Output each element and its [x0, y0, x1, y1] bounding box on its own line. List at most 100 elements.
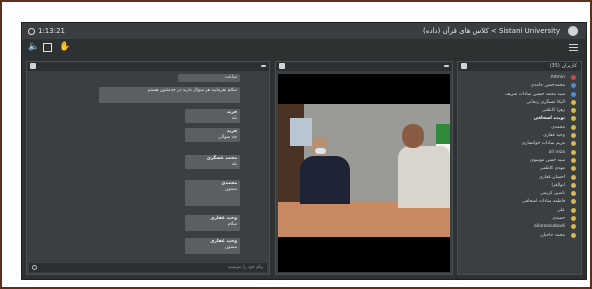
user-list-item[interactable]: سید حسن موسوی: [458, 157, 583, 165]
room-title: Sistani University > کلاس های قرآن (داده…: [423, 27, 560, 35]
user-name: سید حسن موسوی: [530, 157, 565, 163]
user-status-icon: [571, 124, 576, 130]
video-frame: [278, 104, 450, 237]
presenter-left-body: [300, 156, 350, 204]
user-status-icon: [571, 116, 576, 122]
user-list-item[interactable]: فاطمه سادات اسحاقی: [458, 198, 583, 206]
user-status-icon: [571, 149, 576, 155]
users-icon: [461, 63, 467, 69]
user-name: سید محمد حسین سادات شریف: [505, 91, 565, 97]
user-name: مریم سادات خوانساری: [521, 141, 565, 147]
user-status-icon: [571, 133, 576, 139]
user-name: علی: [557, 207, 565, 213]
user-status-icon: [571, 91, 576, 97]
user-list-item[interactable]: ابوالفرا: [458, 182, 583, 190]
chat-panel-header: [27, 62, 269, 71]
chat-message: فرید چه سوالی: [185, 128, 240, 142]
users-panel: کاربران (35) Admin محمدحسن حامدی سید محمد …: [457, 61, 582, 275]
user-list-item[interactable]: جمیدی: [458, 215, 583, 223]
user-name: محمدحسن حامدی: [530, 83, 565, 89]
chat-message: وحید غفاری سلام: [185, 215, 240, 231]
user-name: مهدی کاظمی: [539, 166, 565, 172]
user-status-icon: [571, 216, 576, 222]
minimize-icon[interactable]: [444, 65, 449, 67]
user-name: aliarezsiabadi: [534, 224, 565, 230]
user-list-item[interactable]: یاسین کریمی: [458, 190, 583, 198]
users-header: کاربران (35): [549, 63, 577, 69]
user-name: جمیدی: [552, 216, 565, 222]
user-name: محمدی: [551, 124, 565, 130]
user-name: ali reza: [548, 149, 565, 155]
user-name: احسان غفاری: [539, 174, 565, 180]
minimize-icon[interactable]: [261, 65, 266, 67]
presenter-right-body: [398, 146, 450, 208]
university-logo: [568, 26, 578, 36]
user-name: وحید غفاری: [543, 133, 565, 139]
chat-message: محمدی ممنون: [185, 180, 240, 206]
chat-panel: ساعت سلام بفرمایید هر سوال دارید در خدمت…: [26, 61, 270, 275]
chat-input[interactable]: پیام خود را بنویسید: [29, 263, 267, 272]
user-list-item[interactable]: Admin: [458, 74, 583, 82]
user-list-item[interactable]: نویده اسحاقی: [458, 115, 583, 123]
user-list: Admin محمدحسن حامدی سید محمد حسین سادات شر…: [458, 74, 583, 240]
user-list-item[interactable]: aliarezsiabadi: [458, 223, 583, 231]
user-name: یاسین کریمی: [540, 191, 565, 197]
user-name: الیکا عسگری زنجانی: [526, 99, 565, 105]
hand-icon[interactable]: ✋: [59, 43, 70, 52]
user-status-icon: [571, 232, 576, 238]
session-timer: 1:13:21: [28, 23, 65, 39]
menu-icon[interactable]: [569, 44, 578, 51]
chat-message: سلام بفرمایید هر سوال دارید در خدمتتون ه…: [99, 87, 240, 103]
user-list-item[interactable]: وحید غفاری: [458, 132, 583, 140]
user-list-item[interactable]: محمدحسن حامدی: [458, 82, 583, 90]
user-list-item[interactable]: ali reza: [458, 149, 583, 157]
user-status-icon: [571, 157, 576, 163]
user-list-item[interactable]: مریم سادات خوانساری: [458, 140, 583, 148]
user-status-icon: [571, 182, 576, 188]
user-list-item[interactable]: زهرا کاظمی: [458, 107, 583, 115]
chat-message: محمد عسگری بله: [185, 155, 240, 169]
chat-message: ساعت: [178, 74, 240, 82]
user-status-icon: [571, 75, 576, 80]
user-status-icon: [571, 224, 576, 230]
camera-icon: [279, 63, 285, 69]
user-list-item[interactable]: احسان غفاری: [458, 174, 583, 182]
user-status-icon: [571, 83, 576, 89]
user-status-icon: [571, 191, 576, 197]
chat-message: وحید غفاری ممنون: [185, 238, 240, 254]
chat-message: فرید بله: [185, 109, 240, 123]
session-time: 1:13:21: [38, 27, 65, 35]
presenter-right-head: [402, 124, 424, 148]
video-stream[interactable]: [278, 74, 450, 272]
user-status-icon: [571, 199, 576, 205]
video-panel: [275, 61, 453, 275]
user-name: زهرا کاظمی: [541, 108, 565, 114]
clock-icon: [28, 27, 35, 35]
speaker-icon[interactable]: 🔈: [28, 43, 39, 52]
user-name: نویده اسحاقی: [533, 116, 565, 122]
video-panel-header: [276, 62, 452, 71]
user-status-icon: [571, 174, 576, 180]
user-status-icon: [571, 166, 576, 172]
user-name: Admin: [550, 75, 565, 80]
user-name: ابوالفرا: [551, 182, 565, 188]
user-list-item[interactable]: سید محمد حسین سادات شریف: [458, 91, 583, 99]
user-list-item[interactable]: علی: [458, 207, 583, 215]
users-panel-header: کاربران (35): [458, 62, 581, 71]
user-list-item[interactable]: الیکا عسگری زنجانی: [458, 99, 583, 107]
screenshot-frame: 1:13:21 Sistani University > کلاس های قر…: [0, 0, 592, 289]
title-bar: 1:13:21 Sistani University > کلاس های قر…: [22, 23, 586, 39]
user-list-item[interactable]: مهدی کاظمی: [458, 165, 583, 173]
web-conference-window: 1:13:21 Sistani University > کلاس های قر…: [22, 23, 586, 279]
user-status-icon: [571, 141, 576, 147]
user-name: محمد حاجیان: [540, 232, 565, 238]
wall-poster: [290, 118, 312, 146]
user-list-item[interactable]: محمدی: [458, 124, 583, 132]
chat-icon: [30, 63, 36, 69]
user-status-icon: [571, 207, 576, 213]
send-icon[interactable]: [32, 265, 37, 270]
user-list-item[interactable]: محمد حاجیان: [458, 232, 583, 240]
user-name: فاطمه سادات اسحاقی: [522, 199, 565, 205]
share-icon[interactable]: [43, 43, 52, 52]
user-status-icon: [571, 99, 576, 105]
